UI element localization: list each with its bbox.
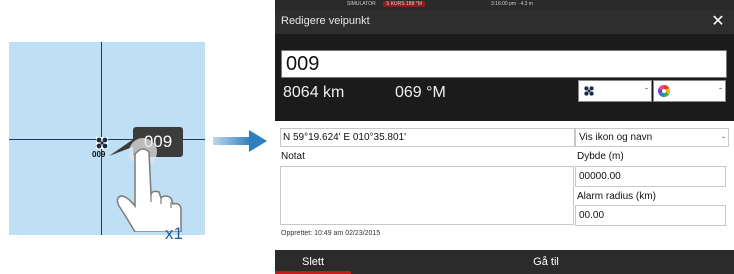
goto-button[interactable]: Gå til (511, 250, 581, 274)
waypoint-details-panel: N 59°19.624' E 010°35.801' Notat Vis iko… (275, 121, 734, 250)
notes-label: Notat (281, 151, 305, 162)
waypoint-name-value: 009 (286, 53, 320, 75)
alarm-radius-input[interactable]: 00.00 (575, 205, 726, 226)
depth-label: Dybde (m) (577, 151, 624, 162)
pointing-hand-icon (116, 138, 182, 232)
waypoint-label: 009 (92, 150, 106, 159)
close-button[interactable]: ✕ (708, 13, 728, 31)
waypoint-name-input[interactable]: 009 (281, 50, 727, 78)
status-bar: SIMULATOR S KURS 188 °M 3:16:00 pm · 4.3… (275, 0, 734, 10)
status-mode: SIMULATOR (347, 1, 376, 7)
notes-textarea[interactable] (280, 166, 574, 225)
distance-readout: 8064 km (283, 84, 345, 101)
display-mode-value: Vis ikon og navn (579, 132, 653, 143)
arrow-right-icon (213, 130, 267, 152)
chevron-down-icon: - (645, 83, 648, 93)
color-select[interactable]: - (653, 80, 726, 102)
chevron-down-icon: - (719, 83, 722, 93)
chevron-down-icon: - (722, 132, 725, 142)
bearing-readout: 069 °M (395, 84, 446, 101)
alarm-radius-label: Alarm radius (km) (577, 191, 656, 202)
dialog-title: Redigere veipunkt (281, 15, 370, 27)
close-icon: ✕ (711, 13, 725, 30)
edit-waypoint-dialog: SIMULATOR S KURS 188 °M 3:16:00 pm · 4.3… (275, 0, 734, 274)
status-heading-badge: S KURS 188 °M (383, 1, 425, 7)
status-time: 3:16:00 pm · 4.3 m (491, 1, 533, 7)
depth-input[interactable]: 00000.00 (575, 166, 726, 187)
tap-count-label: x1 (165, 224, 183, 243)
icon-select[interactable]: - (578, 80, 652, 102)
chart-panel-illustration: 009 009 x1 (9, 42, 205, 243)
waypoint-icon (584, 86, 594, 96)
color-wheel-icon (658, 85, 670, 97)
position-field[interactable]: N 59°19.624' E 010°35.801' (280, 128, 575, 147)
created-timestamp: Opprettet: 10:49 am 02/23/2015 (281, 230, 381, 237)
display-mode-select[interactable]: Vis ikon og navn - (575, 128, 729, 147)
waypoint-icon[interactable] (95, 136, 109, 150)
